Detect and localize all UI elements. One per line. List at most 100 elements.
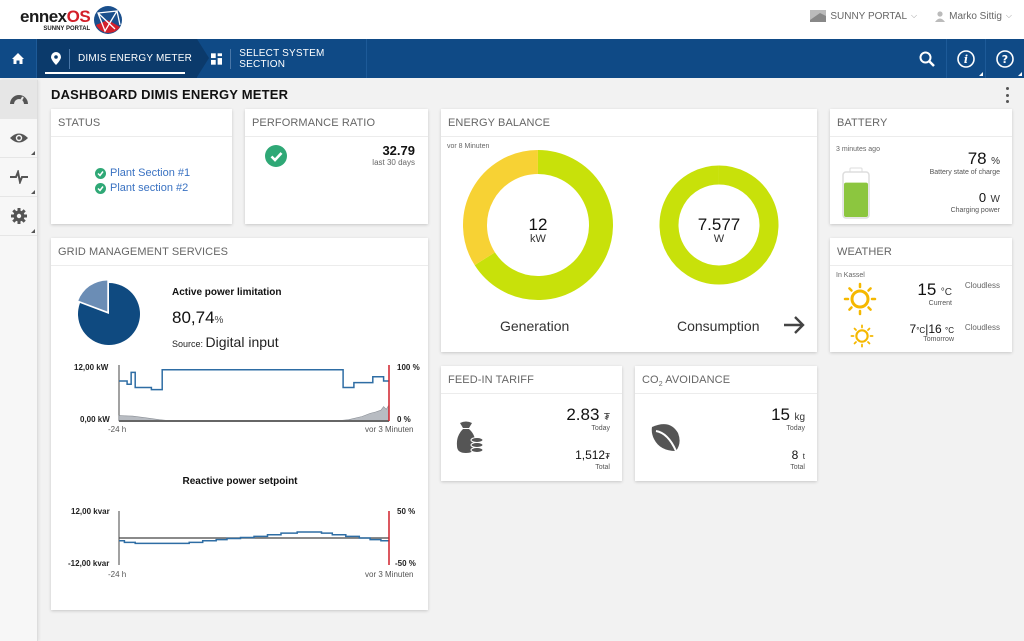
- battery-timestamp: 3 minutes ago: [836, 146, 880, 153]
- co2-total-unit: t: [802, 452, 805, 461]
- info-button[interactable]: i: [946, 39, 985, 78]
- logo-os-text: OS: [66, 7, 91, 26]
- current-temperature: 15: [917, 280, 937, 299]
- page-more-menu[interactable]: [1003, 87, 1011, 103]
- battery-soc-unit: %: [991, 156, 1000, 167]
- sidebar: [0, 80, 38, 641]
- card-title: PERFORMANCE RATIO: [245, 109, 428, 137]
- generation-value: 12: [528, 215, 548, 234]
- card-title: BATTERY: [830, 109, 1012, 137]
- svg-text:?: ?: [1002, 53, 1008, 66]
- chevron-down-icon: ⌵: [1005, 11, 1012, 20]
- breadcrumb-plant-label: DIMIS ENERGY METER: [78, 53, 192, 64]
- navigation-bar: DIMIS ENERGY METER SELECT SYSTEM SECTION…: [0, 39, 1024, 78]
- money-bag-icon: [456, 421, 484, 453]
- consumption-value: 7.577: [697, 215, 741, 234]
- user-menu[interactable]: Marko Sittig ⌵: [935, 11, 1012, 22]
- home-button[interactable]: [0, 39, 37, 78]
- ennexos-logo[interactable]: ennexOS SUNNY PORTAL: [20, 4, 123, 36]
- consumption-unit: W: [713, 233, 725, 245]
- arrow-right-icon[interactable]: [782, 315, 806, 335]
- active-underline: [45, 72, 185, 74]
- temperature-unit: °C: [940, 287, 952, 298]
- dropdown-corner-icon: [31, 190, 35, 194]
- sidebar-item-analysis[interactable]: [0, 158, 37, 197]
- tomorrow-weather-desc: Cloudless: [964, 323, 1000, 332]
- co2-total-value: 8: [791, 448, 799, 462]
- breadcrumb-plant[interactable]: DIMIS ENERGY METER: [37, 39, 209, 78]
- weather-location: In Kassel: [836, 272, 865, 279]
- top-header: ennexOS SUNNY PORTAL SUNNY PORTAL ⌵ Mark…: [0, 0, 1024, 39]
- dropdown-corner-icon: [979, 72, 983, 76]
- ok-check-icon: [95, 182, 106, 194]
- status-card: STATUS Plant Section #1 Plant section #2: [51, 109, 232, 224]
- tomorrow-max-temp: 16: [928, 322, 942, 336]
- globe-logo-icon: [94, 6, 123, 34]
- search-icon: [919, 51, 935, 67]
- speedometer-icon: [9, 95, 28, 105]
- grid-layout-icon: [211, 52, 223, 65]
- portal-menu[interactable]: SUNNY PORTAL ⌵: [810, 10, 917, 22]
- tariff-today-unit: ₮: [603, 412, 610, 423]
- current-label: Current: [928, 300, 952, 307]
- status-item-plant-section-1[interactable]: Plant Section #1: [95, 167, 190, 179]
- help-icon: ?: [996, 49, 1014, 68]
- eye-icon: [9, 133, 28, 143]
- battery-soc-label: Battery state of charge: [929, 169, 1000, 176]
- portal-menu-label: SUNNY PORTAL: [830, 10, 908, 22]
- sun-small-icon: [850, 324, 874, 348]
- leaf-icon: [651, 424, 680, 452]
- tariff-total-value: 1,512: [575, 448, 606, 462]
- performance-ratio-period: last 30 days: [372, 158, 415, 167]
- battery-power-label: Charging power: [950, 207, 1000, 214]
- separator: [230, 48, 232, 69]
- info-icon: i: [957, 49, 975, 68]
- performance-ratio-value: 32.79: [382, 143, 415, 158]
- help-button[interactable]: ?: [985, 39, 1024, 78]
- co2-avoidance-card: CO2 AVOIDANCE 15 kg Today 8 t Total: [635, 366, 817, 481]
- status-item-plant-section-2[interactable]: Plant section #2: [95, 182, 190, 194]
- sunny-portal-icon: [810, 10, 827, 22]
- dropdown-corner-icon: [1018, 72, 1022, 76]
- logo-main-text: ennex: [20, 7, 67, 26]
- performance-ratio-card: PERFORMANCE RATIO 32.79 last 30 days: [245, 109, 428, 224]
- gear-icon: [10, 208, 27, 224]
- sidebar-item-dashboard[interactable]: [0, 80, 37, 119]
- tariff-total-unit: ₮: [605, 452, 610, 461]
- grid-management-card: GRID MANAGEMENT SERVICES Active power li…: [51, 238, 428, 610]
- search-button[interactable]: [907, 39, 946, 78]
- breadcrumb-section-label: SELECT SYSTEM SECTION: [239, 47, 325, 70]
- status-item-label: Plant section #2: [110, 182, 189, 194]
- generation-unit: kW: [530, 233, 546, 245]
- tariff-total-label: Total: [595, 464, 610, 471]
- weather-card: WEATHER In Kassel 15 °C Current Cloudles…: [830, 238, 1012, 352]
- battery-level-icon: [842, 167, 870, 219]
- consumption-label: Consumption: [677, 318, 760, 334]
- dropdown-corner-icon: [31, 229, 35, 233]
- tariff-today-value: 2.83: [566, 405, 600, 424]
- svg-text:i: i: [964, 53, 968, 66]
- battery-fill: [844, 182, 868, 217]
- sun-icon: [843, 282, 877, 316]
- sidebar-item-configuration[interactable]: [0, 197, 37, 236]
- dropdown-corner-icon: [31, 151, 35, 155]
- ok-check-icon: [95, 167, 106, 179]
- battery-power-unit: W: [990, 194, 1000, 205]
- tomorrow-label: Tomorrow: [923, 336, 954, 343]
- page-title: DASHBOARD DIMIS ENERGY METER: [51, 87, 289, 102]
- sidebar-item-monitoring[interactable]: [0, 119, 37, 158]
- logo-sub-text: SUNNY PORTAL: [43, 26, 91, 32]
- card-title: CO2 AVOIDANCE: [635, 366, 817, 394]
- current-weather-desc: Cloudless: [964, 281, 1000, 290]
- breadcrumb-section-select[interactable]: SELECT SYSTEM SECTION: [205, 39, 367, 78]
- card-title: STATUS: [51, 109, 232, 137]
- location-pin-icon: [51, 52, 61, 65]
- co2-today-unit: kg: [794, 412, 805, 423]
- separator: [69, 48, 70, 69]
- feed-in-tariff-card: FEED-IN TARIFF 2.83 ₮ Today 1,512₮ Total: [441, 366, 622, 481]
- energy-balance-card[interactable]: ENERGY BALANCE vor 8 Minuten 12 kW 7.577…: [441, 109, 817, 352]
- generation-label: Generation: [500, 318, 570, 334]
- battery-soc-value: 78: [967, 149, 987, 168]
- card-title: WEATHER: [830, 238, 1012, 266]
- co2-today-label: Today: [786, 425, 805, 432]
